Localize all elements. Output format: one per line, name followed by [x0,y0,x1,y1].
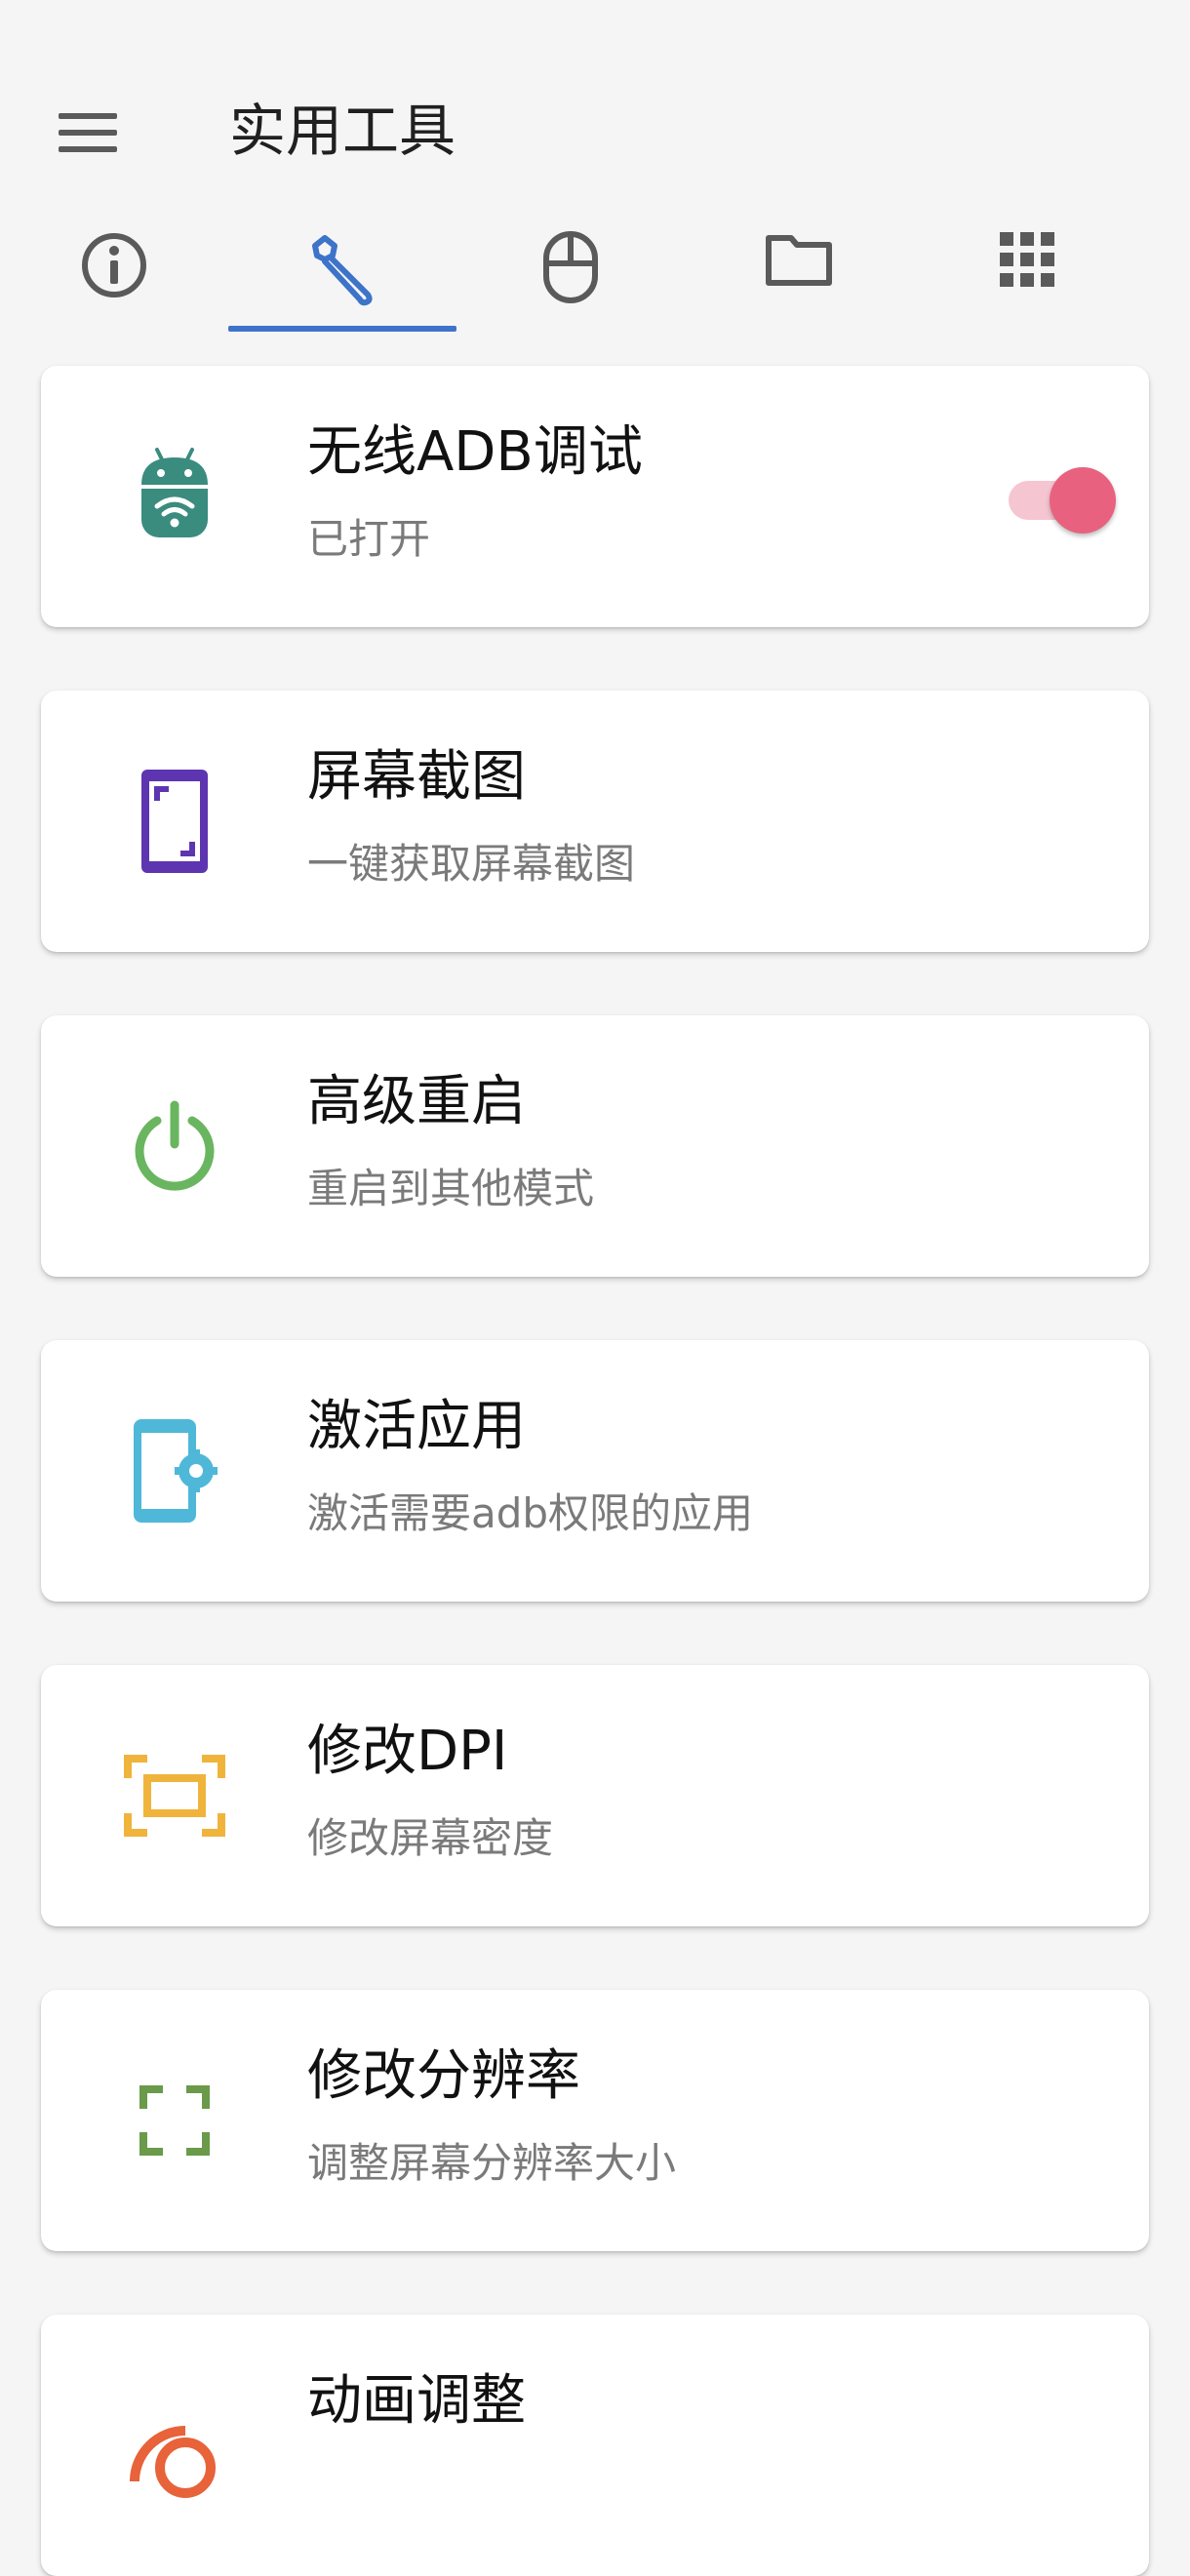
android-wifi-icon [119,424,230,569]
animation-icon [119,2373,230,2517]
tab-indicator [228,326,456,332]
card-subtitle: 调整屏幕分辨率大小 [307,2139,677,2187]
card-wireless-adb[interactable]: 无线ADB调试 已打开 [41,366,1149,627]
tab-bar [0,224,1190,334]
card-title: 无线ADB调试 [307,420,643,484]
card-title: 屏幕截图 [307,745,526,809]
tab-files[interactable] [685,224,913,334]
folder-icon [766,235,832,286]
card-animation-adjust[interactable]: 动画调整 [41,2315,1149,2576]
resolution-icon [119,2048,230,2193]
card-advanced-reboot[interactable]: 高级重启 重启到其他模式 [41,1015,1149,1277]
card-subtitle: 已打开 [307,515,431,563]
card-title: 修改分辨率 [307,2044,580,2108]
menu-button[interactable] [51,101,125,164]
app-bar: 实用工具 [0,0,1190,205]
card-title: 修改DPI [307,1720,508,1783]
card-screenshot[interactable]: 屏幕截图 一键获取屏幕截图 [41,691,1149,952]
card-subtitle: 一键获取屏幕截图 [307,840,636,888]
dpi-icon [119,1724,230,1868]
card-title: 动画调整 [307,2369,526,2433]
switch-thumb [1050,467,1116,534]
power-icon [119,1074,230,1218]
card-title: 激活应用 [307,1395,526,1458]
card-activate-apps[interactable]: 激活应用 激活需要adb权限的应用 [41,1340,1149,1602]
page-title: 实用工具 [229,98,456,164]
wrench-icon [312,235,373,306]
tab-mouse[interactable] [456,224,685,334]
screenshot-icon [119,749,230,893]
card-title: 高级重启 [307,1070,526,1133]
menu-icon [59,113,117,152]
grid-icon [1000,232,1054,287]
card-modify-dpi[interactable]: 修改DPI 修改屏幕密度 [41,1665,1149,1926]
info-icon [82,233,146,297]
card-subtitle: 修改屏幕密度 [307,1814,554,1862]
mouse-icon [543,231,598,303]
phone-settings-icon [119,1399,230,1543]
wireless-adb-toggle[interactable] [1007,450,1120,547]
tab-tools[interactable] [228,224,456,334]
card-modify-resolution[interactable]: 修改分辨率 调整屏幕分辨率大小 [41,1990,1149,2251]
tab-info[interactable] [0,224,228,334]
card-subtitle: 激活需要adb权限的应用 [307,1489,754,1537]
card-subtitle: 重启到其他模式 [307,1165,595,1212]
tab-apps[interactable] [913,224,1141,334]
